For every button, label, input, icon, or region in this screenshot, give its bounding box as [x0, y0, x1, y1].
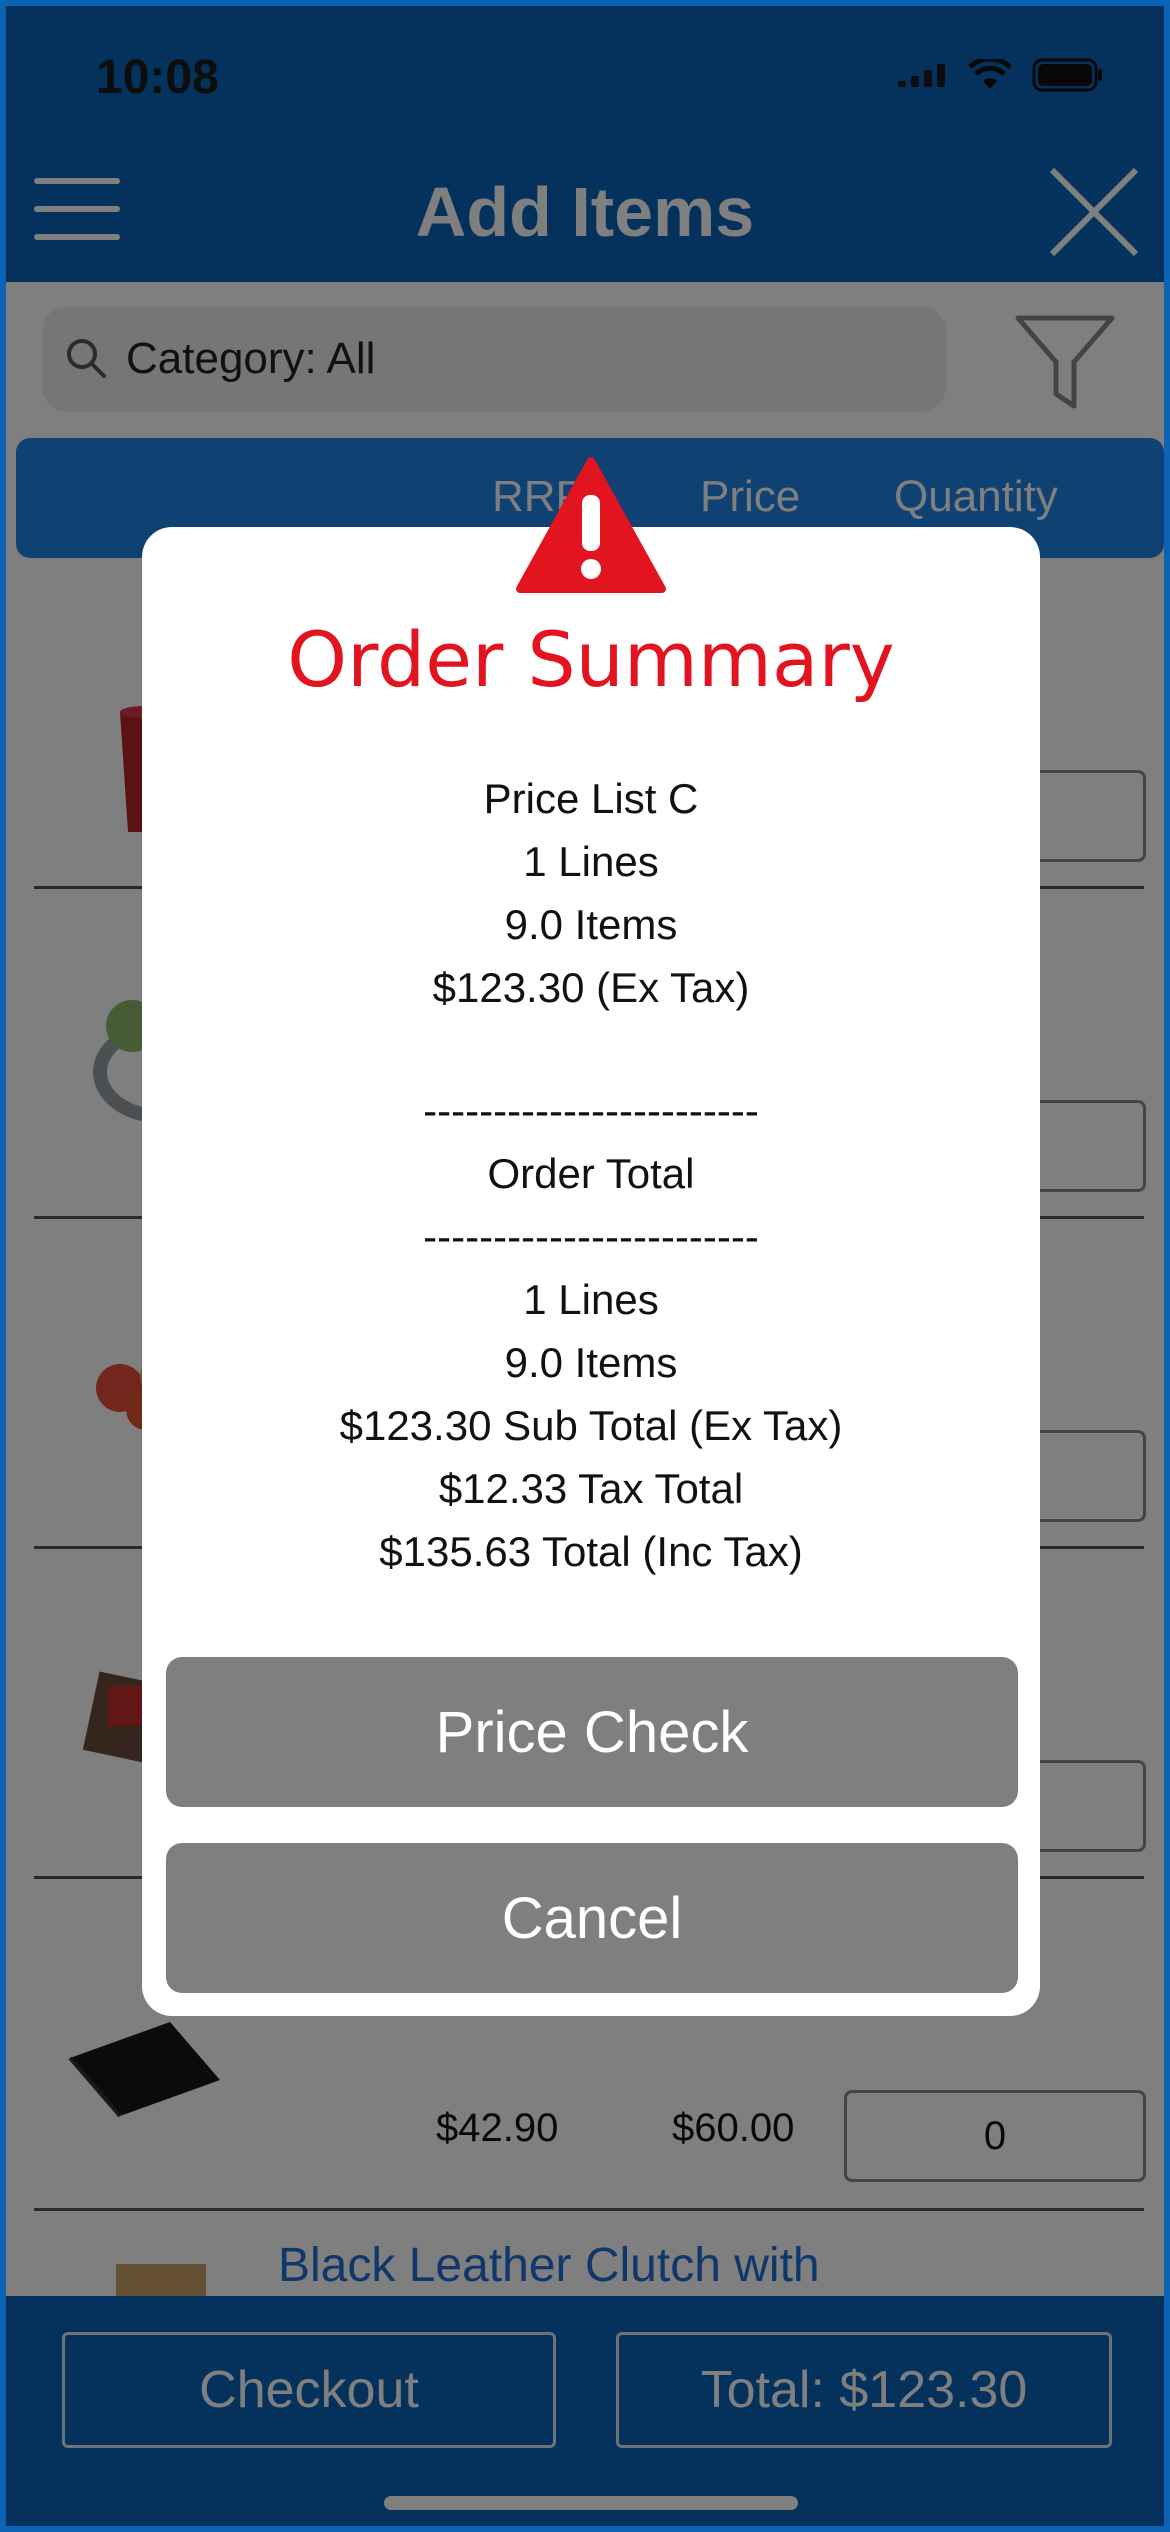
tax-total: $12.33 Tax Total [438, 1465, 744, 1512]
price-check-button[interactable]: Price Check [166, 1657, 1018, 1807]
divider-bottom: ------------------------ [423, 1213, 759, 1260]
total-items-count: 9.0 Items [504, 1339, 678, 1386]
ex-tax-amount: $123.30 (Ex Tax) [432, 964, 750, 1011]
order-total-label: Order Total [487, 1150, 695, 1197]
cancel-button[interactable]: Cancel [166, 1843, 1018, 1993]
lines-count: 1 Lines [523, 838, 659, 885]
order-summary-dialog: Order Summary Price List C 1 Lines 9.0 I… [142, 457, 1040, 2016]
grand-total: $135.63 Total (Inc Tax) [379, 1528, 803, 1575]
app-frame: 10:08 Add Items Category: All [0, 0, 1170, 2532]
items-count: 9.0 Items [504, 901, 678, 948]
sub-total: $123.30 Sub Total (Ex Tax) [339, 1402, 843, 1449]
price-list-label: Price List C [483, 775, 699, 822]
summary-text: Price List C 1 Lines 9.0 Items $123.30 (… [142, 767, 1040, 1583]
divider-top: ------------------------ [423, 1087, 759, 1134]
dialog-title: Order Summary [287, 615, 895, 704]
total-lines-count: 1 Lines [523, 1276, 659, 1323]
warning-icon [516, 455, 666, 595]
